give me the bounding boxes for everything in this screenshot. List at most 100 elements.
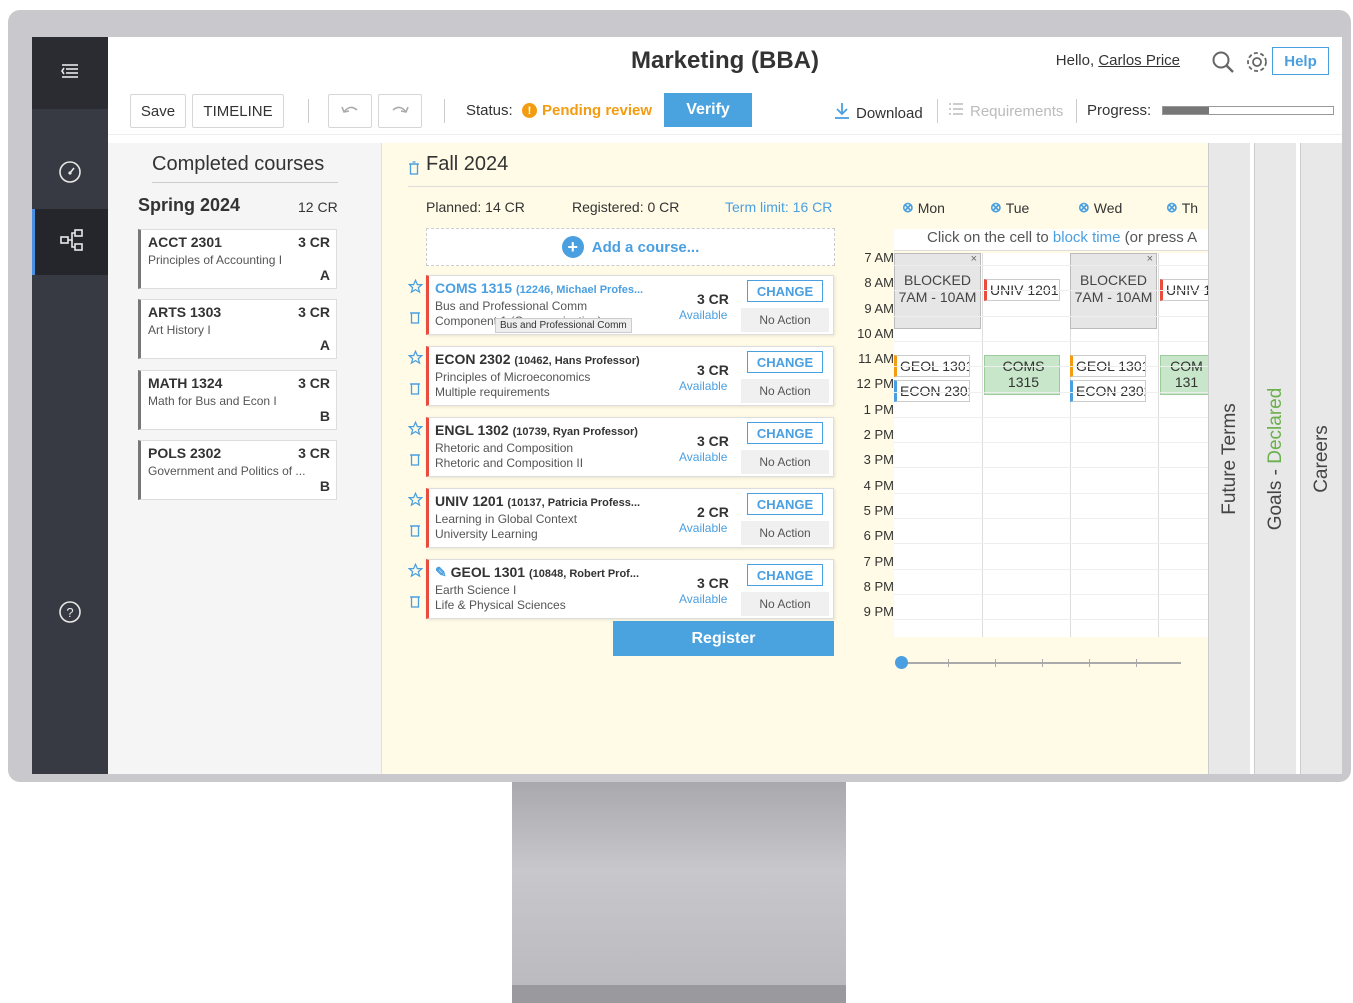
app-screen: ? Marketing (BBA) Hello, Carlos Price He…	[32, 37, 1342, 774]
course-code: MATH 1324	[148, 375, 223, 391]
add-course-button[interactable]: + Add a course...	[426, 228, 835, 266]
greeting-prefix: Hello,	[1055, 52, 1095, 69]
close-icon[interactable]: ×	[1147, 254, 1153, 265]
day-header[interactable]: ⊗ Wed	[1078, 199, 1166, 216]
day-header[interactable]: ⊗ Mon	[902, 199, 990, 216]
monitor-stand	[512, 782, 846, 1003]
schedule-hint: Click on the cell to block time (or pres…	[894, 229, 1208, 251]
menu-toggle[interactable]	[32, 37, 108, 109]
course-card[interactable]: COMS 1315 (12246, Michael Profes... Bus …	[426, 275, 834, 335]
completed-course-card[interactable]: MATH 1324 3 CR Math for Bus and Econ I B	[138, 370, 337, 430]
question-icon: ?	[58, 600, 82, 629]
course-card[interactable]: ENGL 1302 (10739, Ryan Professor) Rhetor…	[426, 417, 834, 477]
course-card[interactable]: UNIV 1201 (10137, Patricia Profess... Le…	[426, 488, 834, 548]
search-icon[interactable]	[1210, 49, 1236, 75]
user-name-link[interactable]: Carlos Price	[1098, 52, 1180, 69]
redo-button[interactable]	[378, 94, 422, 128]
star-icon[interactable]	[407, 278, 423, 298]
row-actions	[406, 278, 424, 328]
course-card[interactable]: ECON 2302 (10462, Hans Professor) Princi…	[426, 346, 834, 406]
change-button[interactable]: CHANGE	[747, 351, 823, 373]
course-credits: 3 CR	[697, 575, 729, 591]
remove-day-icon[interactable]: ⊗	[990, 199, 1002, 216]
time-axis: 7 AM 8 AM 9 AM 10 AM 11 AM 12 PM 1 PM 2 PM 3 PM 4…	[850, 250, 894, 629]
completed-course-card[interactable]: ARTS 1303 3 CR Art History I A	[138, 299, 337, 359]
slider-handle[interactable]	[895, 656, 908, 669]
sidebar-item-planner[interactable]	[32, 209, 108, 275]
course-grade: B	[319, 408, 330, 424]
close-icon[interactable]: ×	[971, 254, 977, 265]
change-button[interactable]: CHANGE	[747, 564, 823, 586]
course-requirement: Rhetoric and Composition II	[435, 456, 584, 470]
grid-line	[894, 593, 1208, 595]
tab-careers[interactable]: Careers	[1300, 143, 1342, 774]
day-header[interactable]: ⊗ Tue	[990, 199, 1078, 216]
download-label: Download	[856, 104, 923, 122]
remove-day-icon[interactable]: ⊗	[902, 199, 914, 216]
trash-icon[interactable]	[408, 161, 420, 178]
planned-course-row: COMS 1315 (12246, Michael Profes... Bus …	[400, 275, 840, 335]
trash-icon[interactable]	[409, 381, 421, 399]
menu-icon	[60, 62, 80, 85]
term-title: Fall 2024	[426, 153, 509, 175]
block-time-link[interactable]: block time	[1053, 229, 1121, 246]
blocked-label: BLOCKED	[904, 272, 971, 288]
course-title: ENGL 1302 (10739, Ryan Professor)	[435, 422, 675, 438]
tab-goals[interactable]: Goals - Declared	[1254, 143, 1296, 774]
star-icon[interactable]	[407, 562, 423, 582]
course-card[interactable]: ✎ GEOL 1301 (10848, Robert Prof... Earth…	[426, 559, 834, 619]
save-button[interactable]: Save	[130, 94, 186, 128]
time-label: 9 PM	[863, 604, 894, 620]
gear-icon[interactable]	[1244, 49, 1270, 75]
star-icon[interactable]	[407, 491, 423, 511]
grid-line	[894, 518, 1208, 519]
completed-course-card[interactable]: POLS 2302 3 CR Government and Politics o…	[138, 440, 337, 500]
grid-column-divider	[1158, 253, 1159, 637]
remove-day-icon[interactable]: ⊗	[1166, 199, 1178, 216]
register-button[interactable]: Register	[613, 621, 834, 656]
course-requirement: Multiple requirements	[435, 385, 550, 399]
hint-text: Click on the cell to	[927, 229, 1049, 246]
day-label: Th	[1181, 199, 1199, 216]
undo-icon	[340, 102, 360, 120]
trash-icon[interactable]	[409, 594, 421, 612]
slider-tick	[1042, 659, 1043, 667]
zoom-slider[interactable]	[895, 656, 1181, 669]
download-button[interactable]: Download	[834, 102, 923, 124]
trash-icon[interactable]	[409, 523, 421, 541]
schedule-grid[interactable]: × BLOCKED 7AM - 10AM × BLOCKED 7AM - 10A…	[894, 253, 1208, 637]
course-credits: 3 CR	[298, 304, 330, 320]
schedule-event[interactable]: COMS 1315	[984, 355, 1060, 395]
event-label: 1315	[1007, 374, 1040, 390]
change-button[interactable]: CHANGE	[747, 493, 823, 515]
status-badge: ! Pending review	[522, 102, 652, 119]
trash-icon[interactable]	[409, 452, 421, 470]
course-name: Principles of Microeconomics	[435, 370, 591, 384]
star-icon[interactable]	[407, 349, 423, 369]
time-label: 12 PM	[856, 376, 894, 392]
trash-icon[interactable]	[409, 310, 421, 328]
planned-course-row: ECON 2302 (10462, Hans Professor) Princi…	[400, 346, 840, 406]
toolbar-divider	[308, 99, 309, 123]
planned-course-row: ✎ GEOL 1301 (10848, Robert Prof... Earth…	[400, 559, 840, 619]
undo-button[interactable]	[328, 94, 372, 128]
term-limit[interactable]: Term limit: 16 CR	[725, 199, 832, 215]
requirements-button[interactable]: Requirements	[948, 102, 1063, 120]
remove-day-icon[interactable]: ⊗	[1078, 199, 1090, 216]
completed-course-card[interactable]: ACCT 2301 3 CR Principles of Accounting …	[138, 229, 337, 289]
pencil-icon[interactable]: ✎	[435, 564, 447, 580]
sidebar-item-help[interactable]: ?	[32, 581, 108, 647]
course-name: Principles of Accounting I	[148, 253, 283, 267]
schedule-event[interactable]: COM 131	[1160, 355, 1208, 395]
sidebar-item-dashboard[interactable]	[32, 141, 108, 207]
help-button[interactable]: Help	[1272, 47, 1329, 75]
tab-future-terms[interactable]: Future Terms	[1208, 143, 1250, 774]
grid-line	[894, 568, 1208, 570]
course-name: Government and Politics of ...	[148, 464, 306, 478]
star-icon[interactable]	[407, 420, 423, 440]
verify-button[interactable]: Verify	[664, 93, 752, 127]
timeline-button[interactable]: TIMELINE	[192, 94, 284, 128]
change-button[interactable]: CHANGE	[747, 422, 823, 444]
action-status: No Action	[741, 450, 829, 474]
change-button[interactable]: CHANGE	[747, 280, 823, 302]
